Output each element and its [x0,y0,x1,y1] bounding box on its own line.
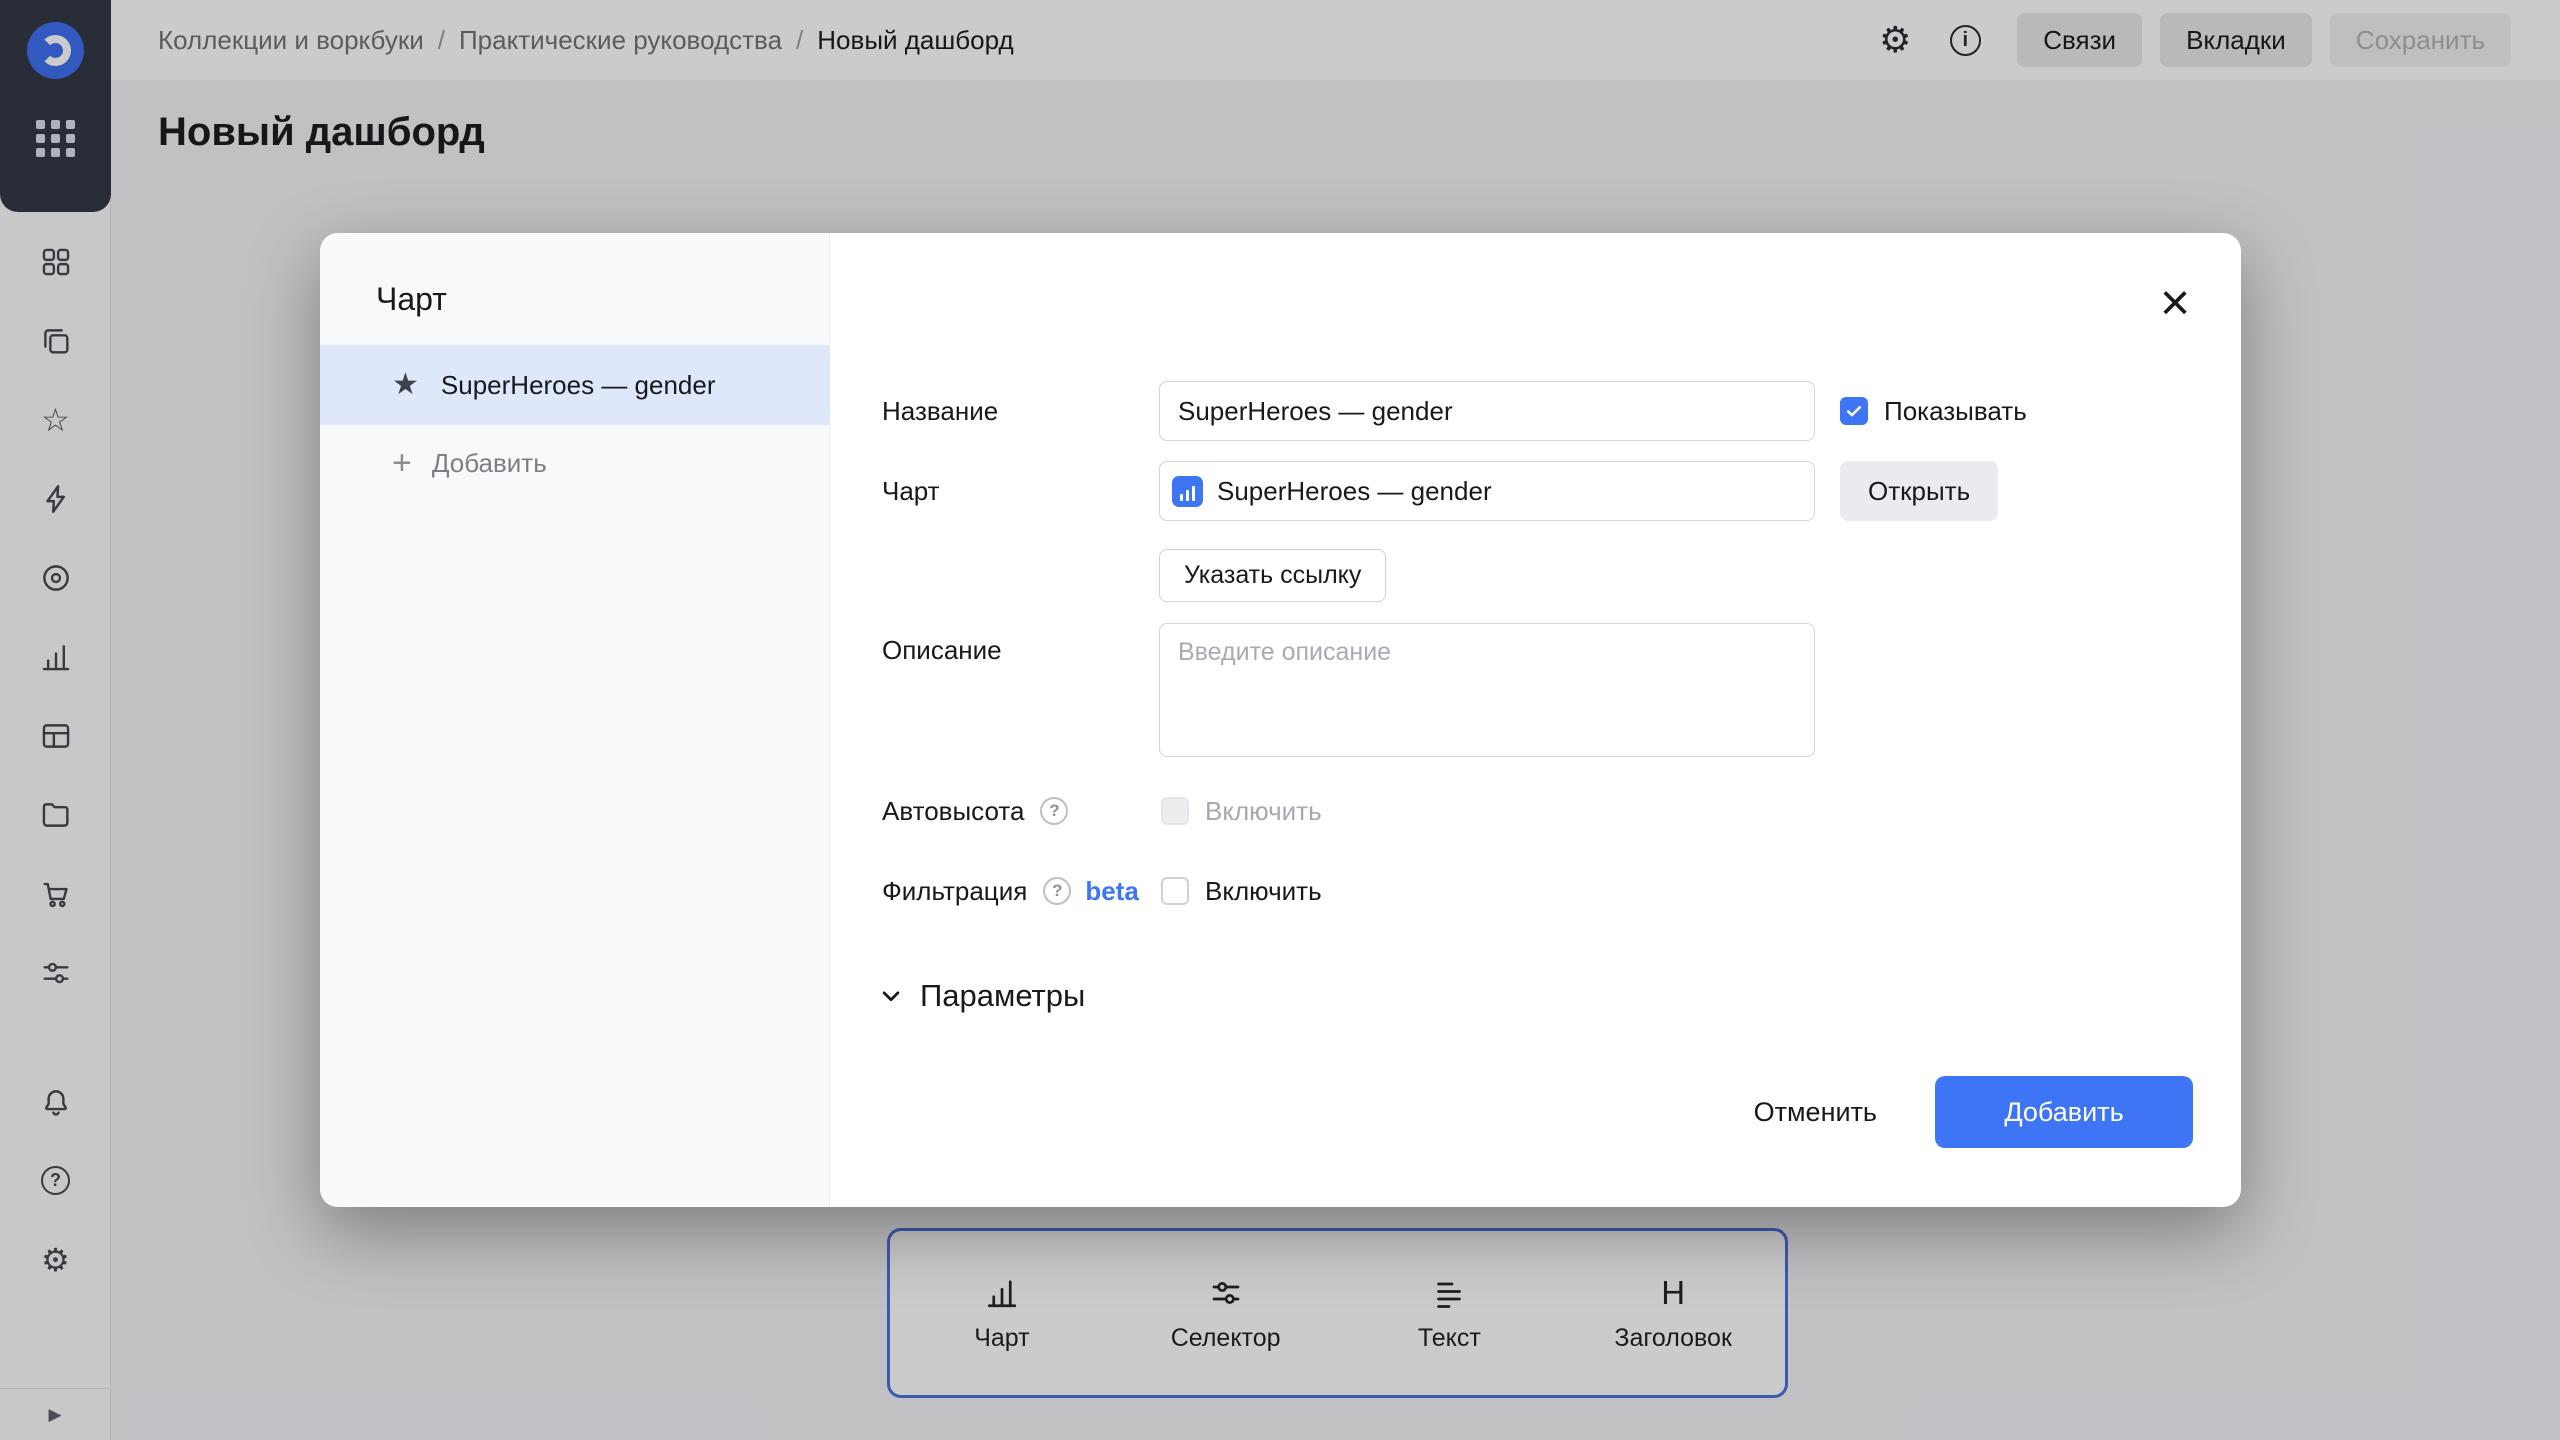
star-icon: ★ [392,370,419,400]
name-input[interactable] [1159,381,1815,441]
filtration-checkbox-row: Включить [1161,865,1322,917]
autoheight-label-row: Автовысота ? [882,785,1068,837]
add-button[interactable]: Добавить [1935,1076,2193,1148]
chart-label: Чарт [882,461,940,521]
dialog-footer: Отменить Добавить [1730,1076,2193,1148]
cancel-button[interactable]: Отменить [1730,1076,1901,1148]
chart-select-value: SuperHeroes — gender [1217,476,1492,507]
parameters-toggle[interactable]: Параметры [876,969,1085,1023]
chart-list-item[interactable]: ★ SuperHeroes — gender [320,345,830,425]
name-label: Название [882,381,998,441]
filtration-label: Фильтрация [882,876,1027,907]
autoheight-checkbox-row: Включить [1161,785,1322,837]
filtration-label-row: Фильтрация ? beta [882,865,1139,917]
add-chart-list-button[interactable]: + Добавить [320,433,830,493]
autoheight-checkbox-label: Включить [1205,796,1322,827]
close-icon: × [2160,277,2190,329]
open-chart-button[interactable]: Открыть [1840,461,1998,521]
description-label: Описание [882,633,1002,667]
close-dialog-button[interactable]: × [2149,277,2201,329]
filtration-checkbox-label: Включить [1205,876,1322,907]
chevron-down-icon [876,981,906,1011]
show-checkbox[interactable] [1840,397,1868,425]
filtration-checkbox[interactable] [1161,877,1189,905]
chart-list-item-label: SuperHeroes — gender [441,370,716,401]
chart-select-input[interactable]: SuperHeroes — gender [1159,461,1815,521]
autoheight-help-icon[interactable]: ? [1040,797,1068,825]
description-textarea[interactable] [1159,623,1815,757]
autoheight-label: Автовысота [882,796,1024,827]
add-chart-list-label: Добавить [432,448,547,479]
autoheight-checkbox[interactable] [1161,797,1189,825]
add-chart-dialog: Чарт ★ SuperHeroes — gender + Добавить ×… [320,233,2241,1207]
dialog-title: Чарт [376,281,447,318]
dialog-side-panel: Чарт ★ SuperHeroes — gender + Добавить [320,233,830,1207]
app-root: ☆ [0,0,2560,1440]
check-icon [1844,401,1864,421]
show-checkbox-label: Показывать [1884,396,2027,427]
filtration-help-icon[interactable]: ? [1043,877,1071,905]
parameters-label: Параметры [920,978,1085,1014]
chart-type-icon [1172,476,1203,507]
plus-icon: + [392,446,412,480]
show-checkbox-row: Показывать [1840,381,2027,441]
beta-badge: beta [1085,876,1138,907]
specify-link-button[interactable]: Указать ссылку [1159,549,1386,602]
